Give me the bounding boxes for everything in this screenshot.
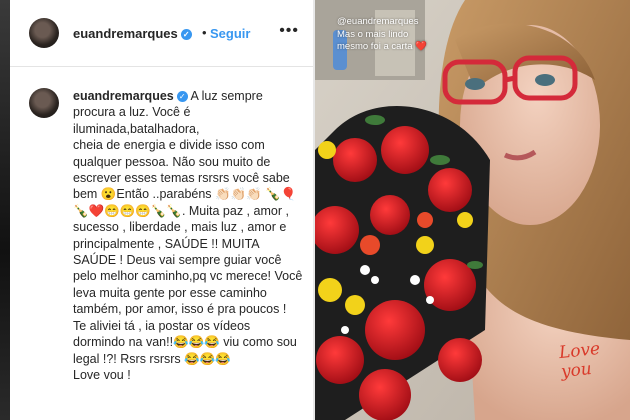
avatar[interactable] [29,18,59,48]
verified-badge-icon: ✓ [180,29,192,40]
comment-avatar[interactable] [29,88,59,118]
story-caption: @euandremarques Mas o mais lindo mesmo f… [337,16,427,52]
verified-badge-icon: ✓ [176,91,188,102]
caption-comment: euandremarques ✓ A luz sempre procura a l… [10,67,313,420]
comment-username[interactable]: euandremarques [73,89,174,103]
separator-dot: • [202,25,207,40]
post-header: euandremarques ✓ • Seguir ••• [10,0,313,67]
username-link[interactable]: euandremarques ✓ [73,26,192,41]
comment-body: euandremarques ✓ A luz sempre procura a l… [73,88,305,383]
follow-button[interactable]: Seguir [210,26,250,41]
eye-left [465,78,485,90]
more-options-icon[interactable]: ••• [279,22,299,40]
comment-text: A luz sempre procura a luz. Você é ilumi… [73,89,303,382]
instagram-post-panel: euandremarques ✓ • Seguir ••• euandremarq… [10,0,313,420]
background-edge [0,0,10,420]
handwritten-love-you: Love you [558,338,602,383]
eye-right [535,74,555,86]
